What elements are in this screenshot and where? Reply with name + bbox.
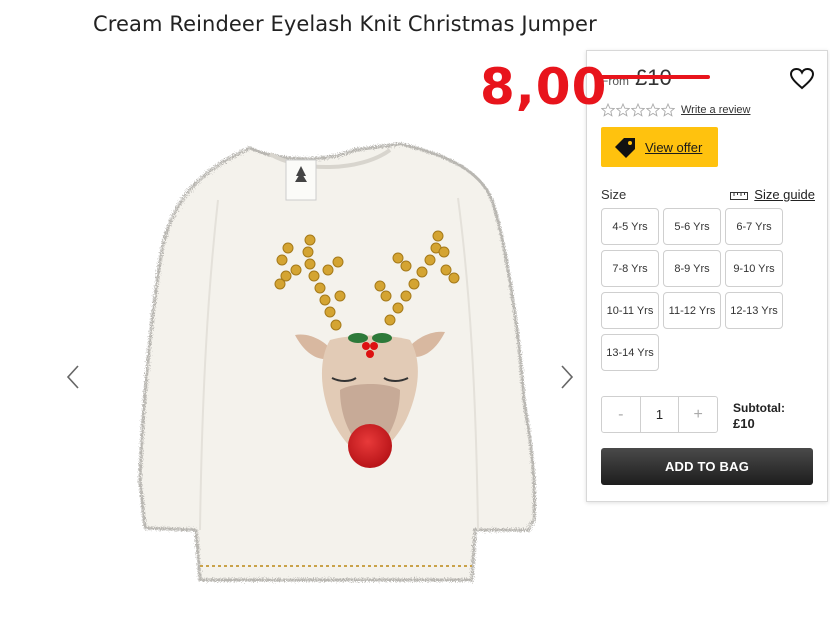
tag-icon bbox=[615, 138, 635, 158]
product-title: Cream Reindeer Eyelash Knit Christmas Ju… bbox=[93, 12, 597, 36]
star-icon bbox=[631, 103, 645, 117]
sale-price-overlay: 8,00 bbox=[480, 58, 608, 116]
size-option[interactable]: 7-8 Yrs bbox=[601, 250, 659, 287]
write-review-link[interactable]: Write a review bbox=[681, 104, 750, 116]
size-option[interactable]: 8-9 Yrs bbox=[663, 250, 721, 287]
chevron-left-icon[interactable] bbox=[63, 363, 83, 391]
product-gallery bbox=[60, 110, 585, 610]
add-to-bag-button[interactable]: ADD TO BAG bbox=[601, 448, 813, 485]
subtotal-value: £10 bbox=[733, 416, 755, 431]
subtotal: Subtotal: £10 bbox=[733, 400, 785, 432]
star-icon bbox=[616, 103, 630, 117]
subtotal-label: Subtotal: bbox=[733, 401, 785, 415]
size-guide-label: Size guide bbox=[754, 187, 815, 202]
price-strikethrough bbox=[595, 75, 710, 79]
purchase-panel: From £10 Write a review View offer Size bbox=[586, 50, 828, 502]
quantity-input[interactable]: 1 bbox=[639, 397, 680, 432]
star-icon bbox=[646, 103, 660, 117]
heart-icon[interactable] bbox=[789, 67, 815, 91]
product-image bbox=[138, 142, 537, 582]
size-option[interactable]: 5-6 Yrs bbox=[663, 208, 721, 245]
star-rating bbox=[601, 103, 675, 117]
star-icon bbox=[661, 103, 675, 117]
size-option[interactable]: 6-7 Yrs bbox=[725, 208, 783, 245]
size-option[interactable]: 9-10 Yrs bbox=[725, 250, 783, 287]
price-row: From £10 bbox=[601, 65, 672, 93]
size-option[interactable]: 11-12 Yrs bbox=[663, 292, 721, 329]
size-option[interactable]: 13-14 Yrs bbox=[601, 334, 659, 371]
rating-row: Write a review bbox=[601, 103, 750, 117]
quantity-increase-button[interactable]: + bbox=[679, 397, 717, 432]
size-guide-link[interactable]: Size guide bbox=[730, 187, 815, 202]
quantity-decrease-button[interactable]: - bbox=[602, 397, 640, 432]
size-options: 4-5 Yrs 5-6 Yrs 6-7 Yrs 7-8 Yrs 8-9 Yrs … bbox=[601, 208, 791, 371]
ruler-icon bbox=[730, 191, 749, 200]
size-option[interactable]: 10-11 Yrs bbox=[601, 292, 659, 329]
size-label: Size bbox=[601, 187, 627, 202]
quantity-stepper: - 1 + bbox=[601, 396, 718, 433]
view-offer-label: View offer bbox=[645, 139, 703, 155]
chevron-right-icon[interactable] bbox=[557, 363, 577, 391]
size-header: Size Size guide bbox=[601, 187, 815, 202]
size-option[interactable]: 4-5 Yrs bbox=[601, 208, 659, 245]
size-option[interactable]: 12-13 Yrs bbox=[725, 292, 783, 329]
view-offer-button[interactable]: View offer bbox=[601, 127, 718, 167]
